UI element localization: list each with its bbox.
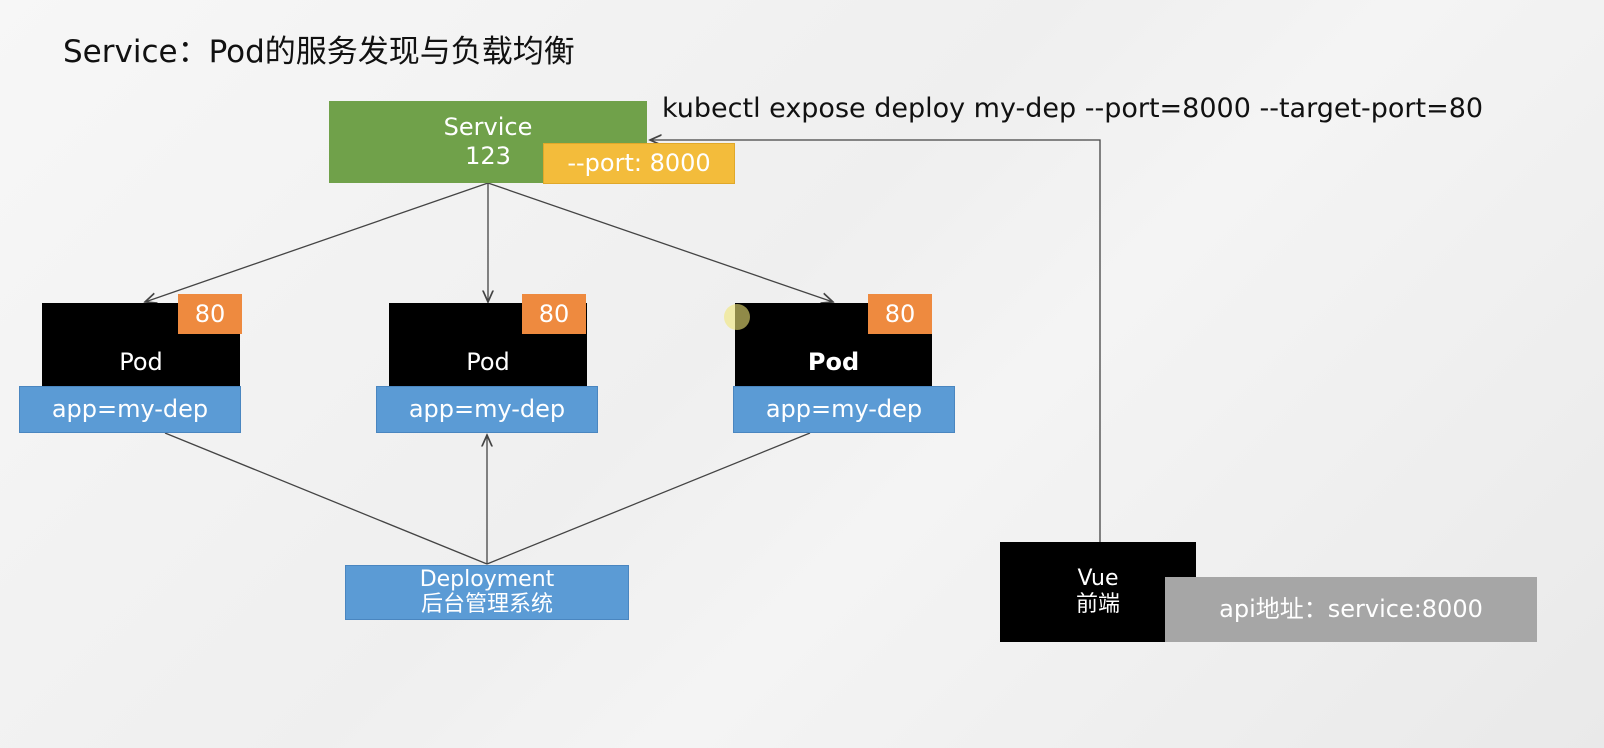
deployment-desc: 后台管理系统 bbox=[420, 591, 553, 617]
pod-name: Pod bbox=[807, 347, 860, 376]
deployment-box: Deployment 后台管理系统 bbox=[345, 565, 629, 620]
service-to-pod-3-arrow bbox=[487, 182, 833, 302]
pod-name: Pod bbox=[466, 347, 510, 376]
mouse-cursor-icon bbox=[724, 304, 750, 330]
pod-label: app=my-dep bbox=[376, 386, 598, 433]
pod-name: Pod bbox=[119, 347, 163, 376]
service-id: 123 bbox=[465, 142, 511, 170]
deployment-to-pod-1-line bbox=[164, 432, 488, 565]
pod-label: app=my-dep bbox=[19, 386, 241, 433]
frontend-name: Vue bbox=[1077, 565, 1119, 591]
pod-port-badge: 80 bbox=[178, 294, 242, 334]
service-name: Service bbox=[443, 113, 533, 142]
service-to-pod-1-arrow bbox=[145, 182, 489, 302]
pod-port-badge: 80 bbox=[522, 294, 586, 334]
pod-label: app=my-dep bbox=[733, 386, 955, 433]
service-port-badge: --port: 8000 bbox=[543, 143, 735, 184]
deployment-to-pod-3-line bbox=[486, 432, 811, 565]
api-address-box: api地址：service:8000 bbox=[1165, 577, 1537, 642]
deployment-name: Deployment bbox=[419, 567, 555, 593]
pod-port-badge: 80 bbox=[868, 294, 932, 334]
frontend-desc: 前端 bbox=[1075, 592, 1120, 617]
